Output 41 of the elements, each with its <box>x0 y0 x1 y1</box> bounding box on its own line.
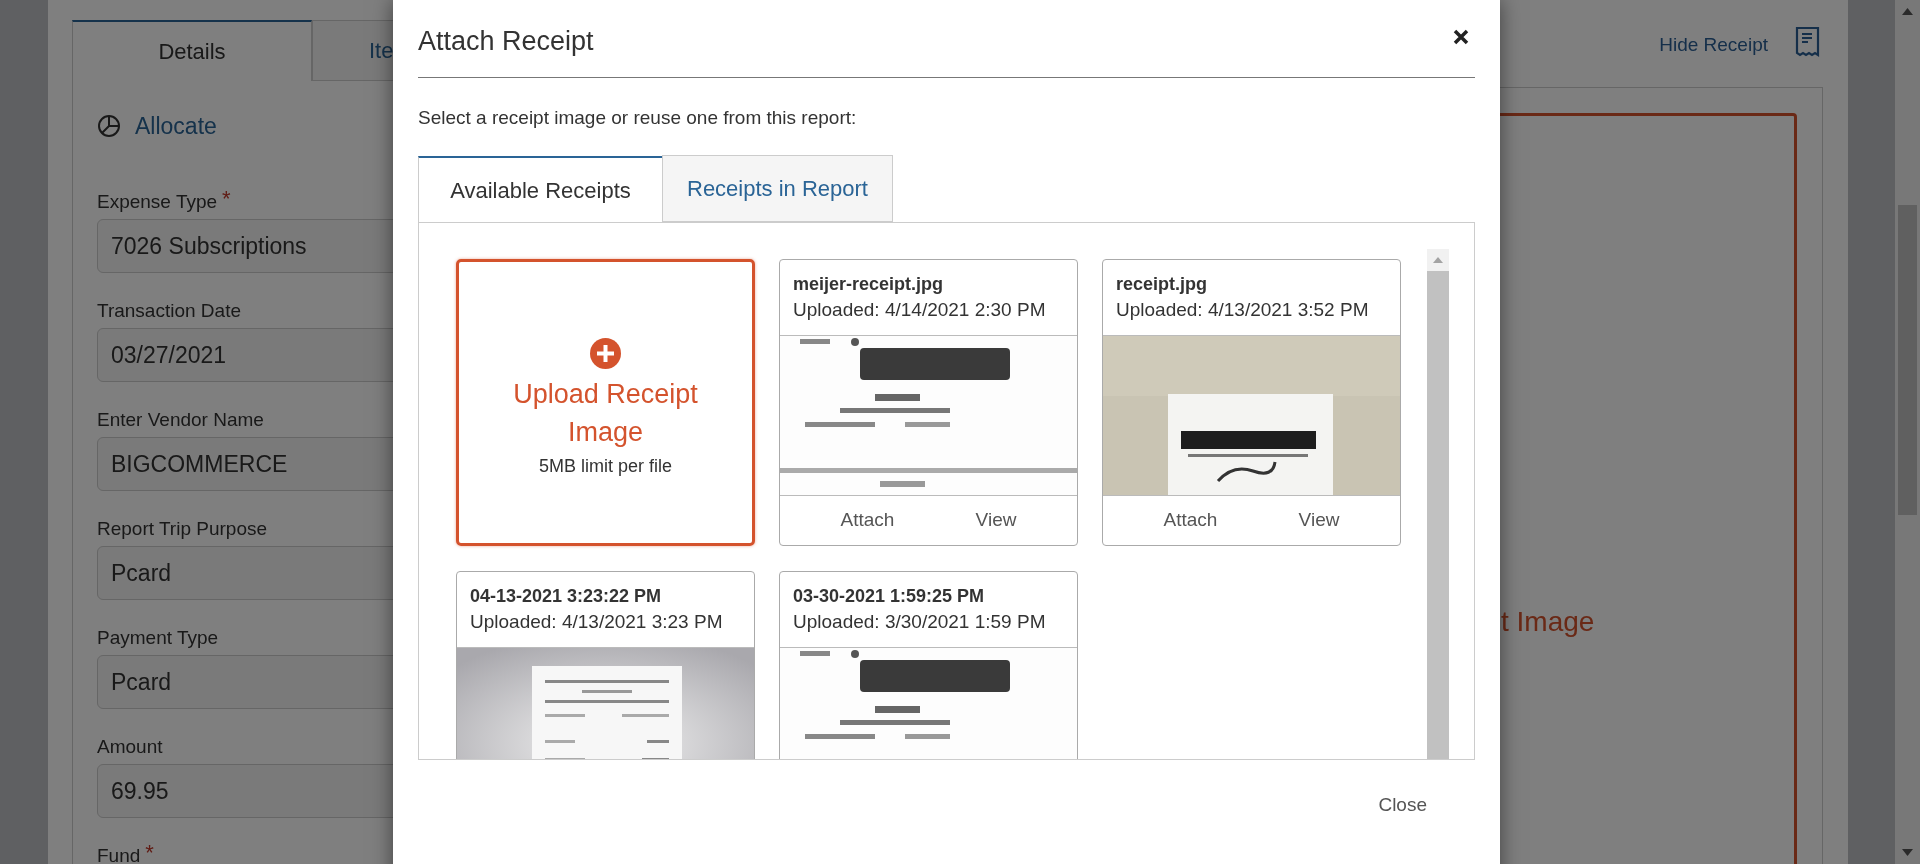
dialog-tab[interactable]: Available Receipts <box>418 155 662 223</box>
receipt-name: 03-30-2021 1:59:25 PM <box>793 584 986 608</box>
field-label: Fund <box>97 844 141 864</box>
pie-chart-icon <box>97 113 121 138</box>
field-label: Expense Type <box>97 190 218 214</box>
dropzone-label: t Image <box>1501 605 1596 639</box>
field-label: Report Trip Purpose <box>97 517 268 541</box>
upload-date: Uploaded: 4/13/2021 3:52 PM <box>1116 297 1370 322</box>
card-action-button[interactable]: View <box>1292 501 1346 539</box>
close-icon[interactable] <box>1453 28 1469 45</box>
receipt-name: 04-13-2021 3:23:22 PM <box>470 584 663 608</box>
upload-title: Upload Receipt Image <box>512 377 699 449</box>
page-scrollbar[interactable] <box>1895 0 1920 864</box>
form-tab[interactable]: Details <box>72 20 312 81</box>
required-mark: * <box>145 842 154 864</box>
upload-date: Uploaded: 3/30/2021 1:59 PM <box>793 609 1047 634</box>
scroll-up-icon[interactable] <box>1433 256 1443 263</box>
instruction-text: Select a receipt image or reuse one from this report: <box>418 106 858 130</box>
receipt-icon[interactable] <box>1795 25 1820 58</box>
dialog-tab[interactable]: Receipts in Report <box>662 154 893 222</box>
field-label: Transaction Date <box>97 299 241 323</box>
scroll-down-icon[interactable] <box>1902 849 1913 856</box>
close-button[interactable]: Close <box>1376 790 1429 819</box>
receipt-name: receipt.jpg <box>1116 272 1209 296</box>
scroll-up-icon[interactable] <box>1902 8 1913 15</box>
field-label: Payment Type <box>97 626 219 650</box>
card-action-button[interactable]: View <box>969 501 1023 539</box>
field-label: Enter Vendor Name <box>97 408 264 432</box>
upload-date: Uploaded: 4/14/2021 2:30 PM <box>793 297 1047 322</box>
dialog-title: Attach Receipt <box>418 25 594 59</box>
upload-date: Uploaded: 4/13/2021 3:23 PM <box>470 609 724 634</box>
upload-note: 5MB limit per file <box>539 454 672 478</box>
card-action-button[interactable]: Attach <box>1157 501 1224 539</box>
receipt-name: meijer-receipt.jpg <box>793 272 945 296</box>
field-label: Amount <box>97 735 163 759</box>
plus-circle-icon <box>590 337 621 369</box>
hide-receipt-link[interactable]: Hide Receipt <box>1659 27 1768 60</box>
upload-receipt-tile[interactable]: Upload Receipt Image 5MB limit per file <box>456 258 755 546</box>
card-action-button[interactable]: Attach <box>834 501 901 539</box>
scrollbar-thumb[interactable] <box>1898 205 1917 515</box>
required-mark: * <box>222 188 231 210</box>
